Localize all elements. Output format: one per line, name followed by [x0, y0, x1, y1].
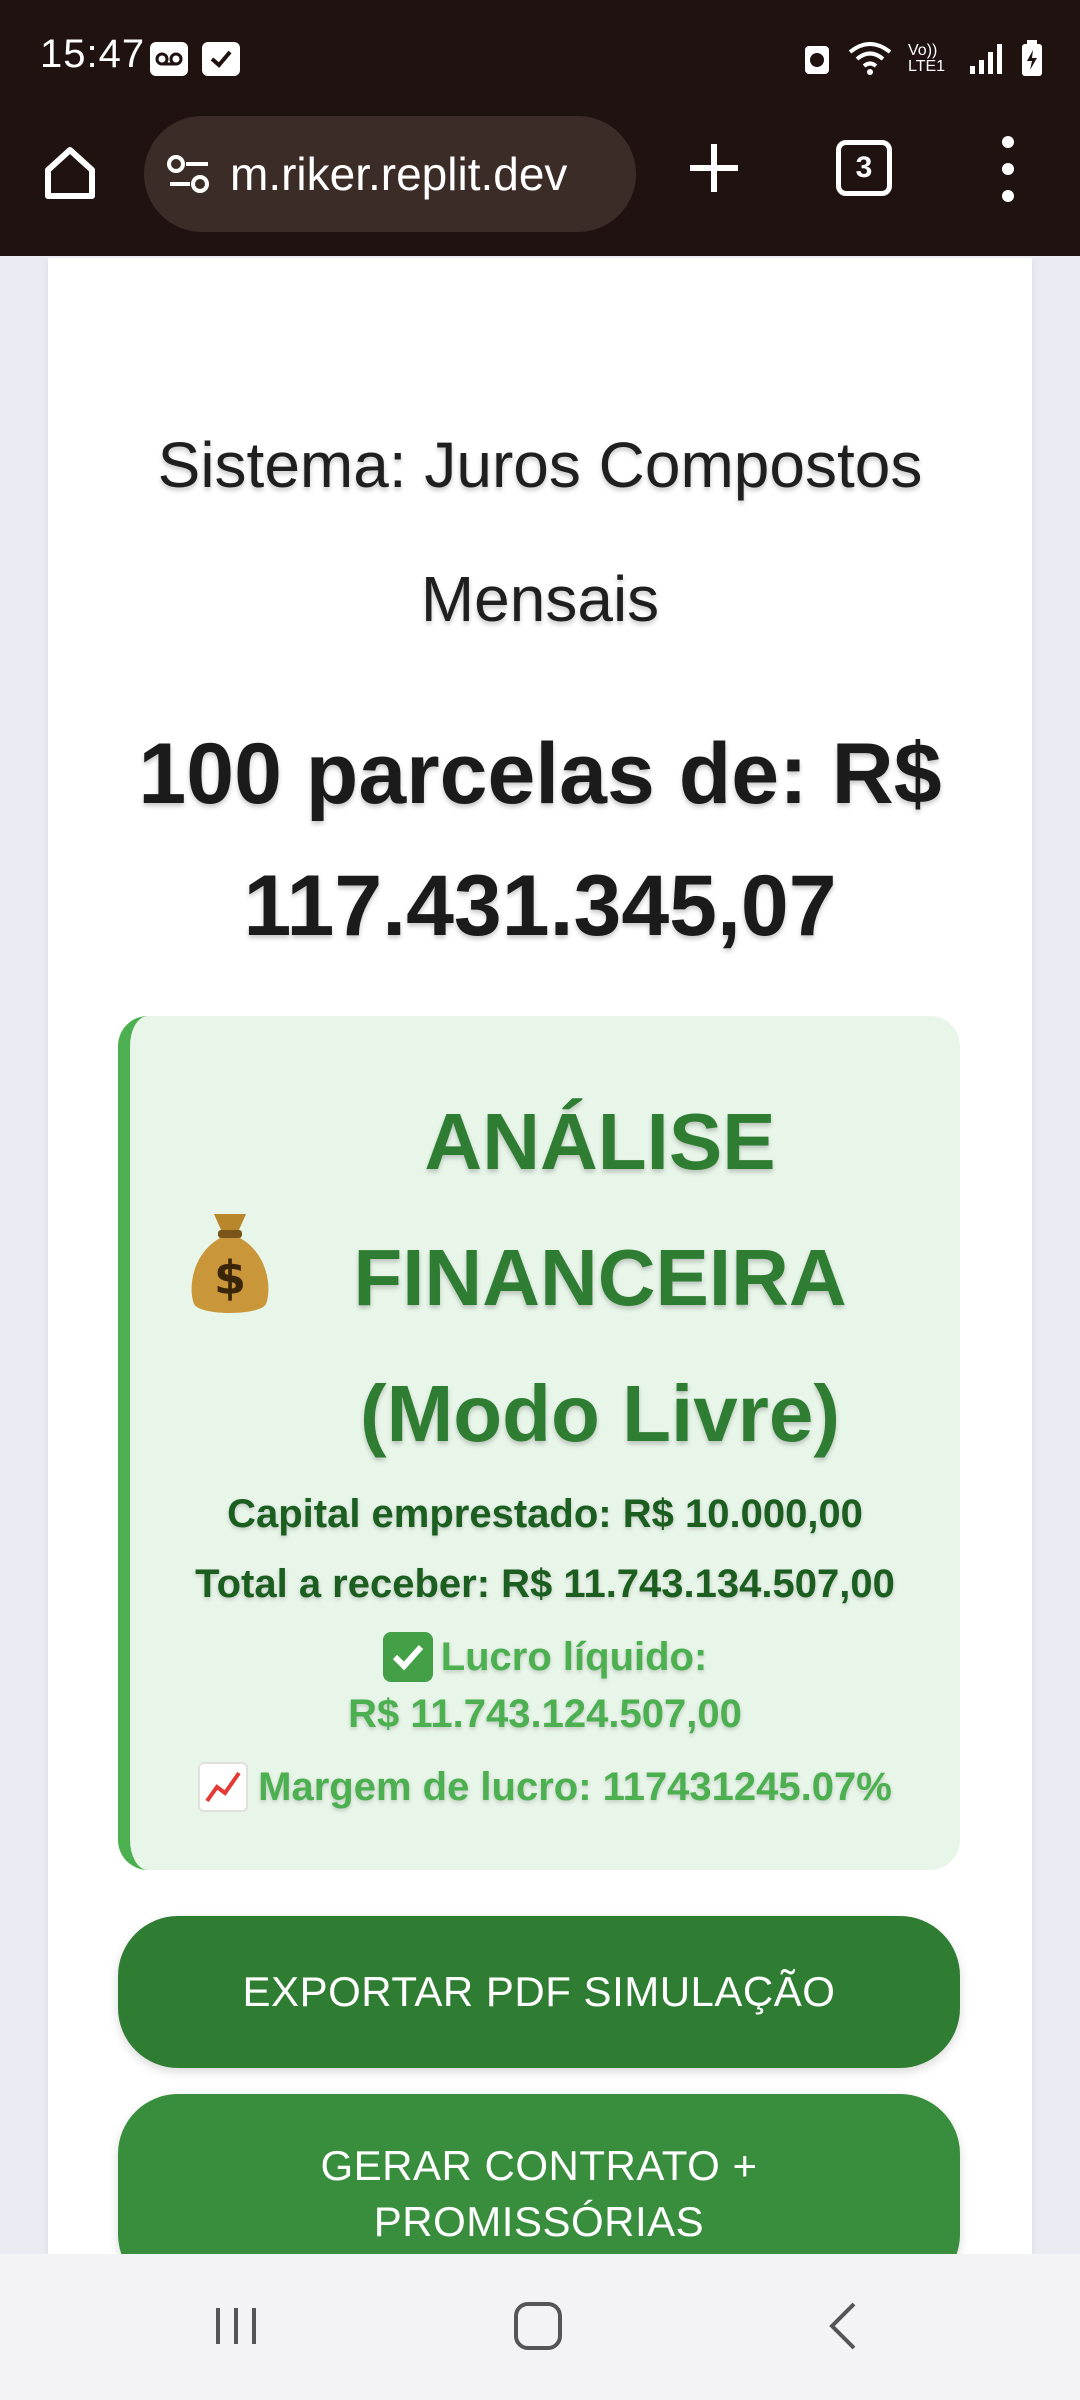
home-icon [45, 147, 95, 199]
home-nav-button[interactable] [510, 2298, 566, 2354]
analysis-heading: ANÁLISE FINANCEIRA (Modo Livre) [353, 1097, 847, 1458]
home-button[interactable] [38, 140, 102, 204]
status-notification-icons [150, 42, 240, 76]
export-pdf-button[interactable]: EXPORTAR PDF SIMULAÇÃO [118, 1916, 960, 2068]
total-a-receber: Total a receber: R$ 11.743.134.507,00 [195, 1562, 895, 1606]
tab-switcher-button[interactable]: 3 [836, 140, 892, 196]
dot-icon [1002, 163, 1014, 175]
battery-saver-icon [805, 46, 829, 74]
dot-icon [1002, 136, 1014, 148]
status-time: 15:47 [40, 32, 146, 76]
simulation-card: Sistema: Juros Compostos Mensais 100 par… [48, 258, 1032, 2254]
capital-emprestado: Capital emprestado: R$ 10.000,00 [227, 1492, 863, 1536]
sistema-title: Sistema: Juros Compostos Mensais [157, 429, 923, 635]
voicemail-icon [150, 42, 188, 76]
checkbox-notification-icon [202, 42, 240, 76]
margem-de-lucro: Margem de lucro: 117431245.07% [258, 1764, 892, 1809]
check-mark-icon [382, 1632, 433, 1682]
plus-icon [690, 144, 738, 192]
analysis-box: $ ANÁLISE FINANCEIRA (Modo Livre) Capita… [118, 1016, 960, 1870]
recent-apps-button[interactable] [208, 2298, 264, 2354]
dot-icon [1002, 190, 1014, 202]
generate-contract-button[interactable]: GERAR CONTRATO + PROMISSÓRIAS [118, 2094, 960, 2254]
contract-label-line1: GERAR CONTRATO + [320, 2142, 758, 2189]
signal-icon [970, 44, 1002, 74]
parcelas-title: 100 parcelas de: R$ 117.431.345,07 [138, 726, 942, 954]
lucro-liquido-label-row: Lucro líquido: [130, 1632, 960, 1682]
svg-text:$: $ [214, 1251, 246, 1305]
money-bag-icon: $ [191, 1214, 269, 1313]
status-system-icons: Vo)) LTE1 [802, 40, 1044, 78]
margem-row: Margem de lucro: 117431245.07% [130, 1762, 960, 1812]
contract-label-line2: PROMISSÓRIAS [373, 2198, 705, 2245]
site-settings-icon[interactable] [162, 147, 216, 201]
status-bar: 15:47 Vo)) LTE1 [0, 0, 1080, 116]
back-button[interactable] [816, 2298, 872, 2354]
chart-increasing-icon [198, 1762, 249, 1812]
wifi-icon [848, 42, 892, 75]
battery-icon [1022, 40, 1042, 76]
overflow-menu-button[interactable] [990, 136, 1026, 202]
lucro-liquido-value: R$ 11.743.124.507,00 [348, 1692, 742, 1736]
network-label: Vo)) LTE1 [908, 42, 946, 75]
system-nav-bar [0, 2254, 1080, 2400]
page-viewport[interactable]: Sistema: Juros Compostos Mensais 100 par… [0, 258, 1080, 2254]
export-pdf-label: EXPORTAR PDF SIMULAÇÃO [242, 1968, 836, 2015]
browser-toolbar: m.riker.replit.dev 3 [0, 116, 1080, 256]
lucro-liquido-label: Lucro líquido: [440, 1634, 708, 1679]
new-tab-button[interactable] [682, 136, 746, 200]
url-bar[interactable]: m.riker.replit.dev [144, 116, 636, 232]
url-text[interactable]: m.riker.replit.dev [230, 147, 630, 201]
